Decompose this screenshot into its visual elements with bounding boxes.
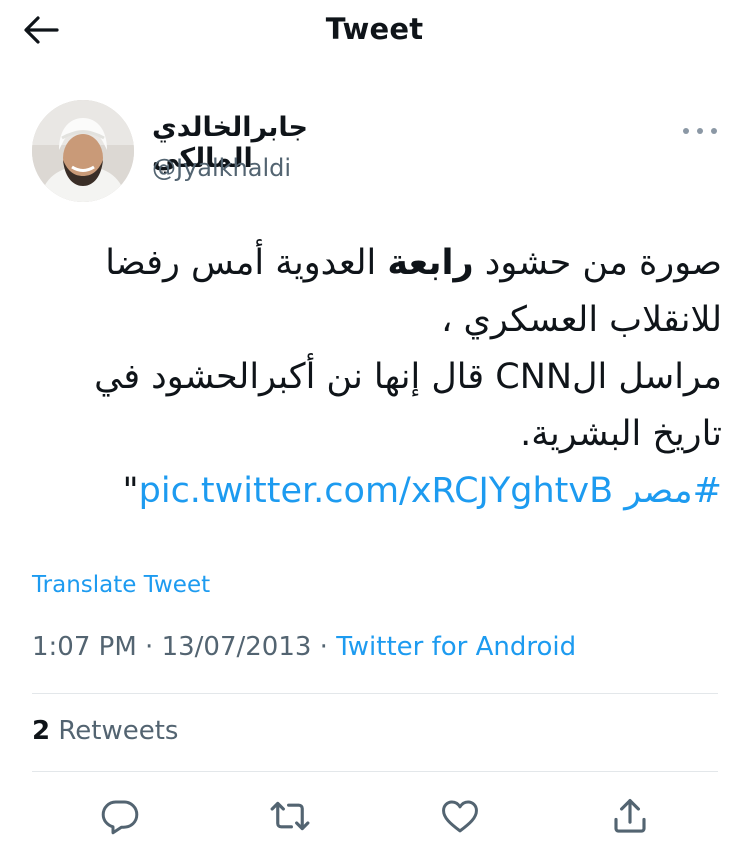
tweet-time[interactable]: 1:07 PM: [32, 632, 137, 662]
tweet-line-5: #مصر pic.twitter.com/xRCJYghtvB": [30, 463, 722, 520]
divider: [32, 771, 718, 772]
tweet-text-part: العدوية أمس رفضا: [105, 243, 388, 283]
action-bar: [0, 790, 749, 842]
more-horizontal-icon: [683, 128, 717, 134]
share-icon: [614, 799, 646, 833]
tweet-line-2: للانقلاب العسكري ،: [441, 300, 722, 340]
like-icon: [442, 800, 478, 833]
tweet-source-link[interactable]: Twitter for Android: [336, 632, 576, 662]
quote-mark: ": [122, 471, 139, 511]
divider: [32, 693, 718, 694]
more-options-button[interactable]: [680, 118, 720, 144]
top-bar: Tweet: [0, 0, 749, 62]
avatar-image: [32, 100, 134, 202]
user-handle[interactable]: @Jyalkhaldi: [152, 154, 291, 182]
retweets-stat[interactable]: 2 Retweets: [32, 716, 178, 746]
avatar[interactable]: [32, 100, 134, 202]
reply-button[interactable]: [94, 790, 146, 842]
tweet-line-4: تاريخ البشرية.: [520, 414, 722, 454]
translate-tweet-link[interactable]: Translate Tweet: [32, 572, 210, 598]
meta-separator: ·: [311, 632, 337, 662]
tweet-date[interactable]: 13/07/2013: [162, 632, 312, 662]
page-title: Tweet: [325, 12, 424, 46]
hashtag-link[interactable]: #مصر: [624, 471, 722, 511]
retweet-count: 2: [32, 716, 51, 746]
media-link[interactable]: pic.twitter.com/xRCJYghtvB: [139, 471, 613, 511]
tweet-text: صورة من حشود رابعة العدوية أمس رفضا للان…: [30, 235, 722, 520]
retweet-icon: [270, 801, 310, 831]
reply-icon: [101, 800, 139, 835]
tweet-bold-word: رابعة: [387, 243, 474, 283]
tweet-text-part: صورة من حشود: [473, 243, 722, 283]
tweet-metadata: 1:07 PM · 13/07/2013 · Twitter for Andro…: [32, 632, 576, 662]
retweet-button[interactable]: [264, 790, 316, 842]
like-button[interactable]: [434, 790, 486, 842]
tweet-line-3: مراسل الCNN قال إنها نن أكبرالحشود في: [94, 357, 722, 397]
share-button[interactable]: [604, 790, 656, 842]
meta-separator: ·: [136, 632, 162, 662]
tweet-line-1: صورة من حشود رابعة العدوية أمس رفضا: [30, 235, 722, 292]
retweet-label: Retweets: [50, 716, 179, 746]
